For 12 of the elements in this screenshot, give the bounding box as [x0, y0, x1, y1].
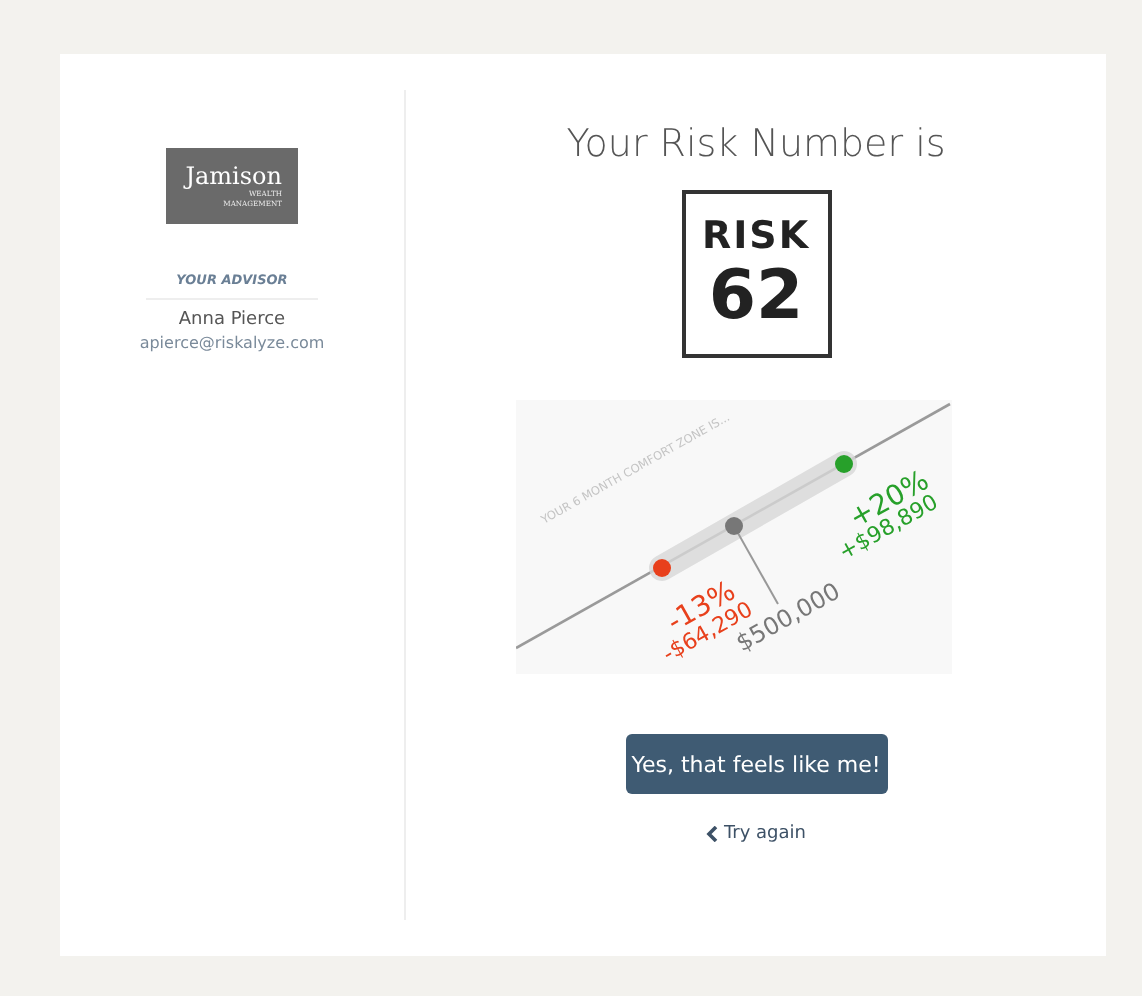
center-marker — [725, 517, 743, 535]
try-again-link[interactable]: Try again — [705, 824, 806, 844]
chevron-left-icon — [705, 826, 718, 842]
high-marker — [835, 455, 853, 473]
risk-heading: Your Risk Number is — [566, 122, 946, 166]
low-marker — [653, 559, 671, 577]
advisor-name: Anna Pierce — [178, 310, 286, 330]
sign-word: RISK — [701, 214, 811, 258]
advisor-email: apierce@riskalyze.com — [139, 334, 325, 352]
confirm-button[interactable]: Yes, that feels like me! — [625, 734, 887, 794]
risk-number: 62 — [708, 258, 804, 334]
logo-name: Jamison — [185, 164, 282, 190]
